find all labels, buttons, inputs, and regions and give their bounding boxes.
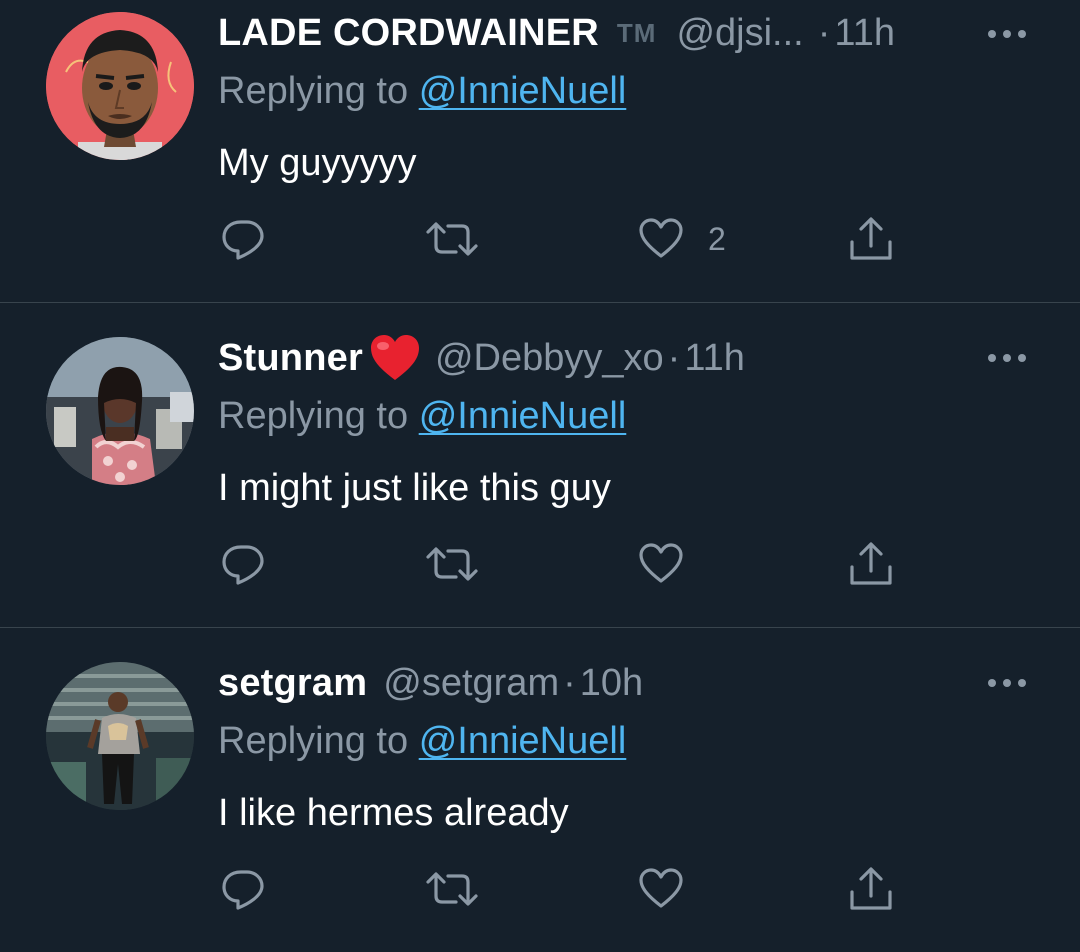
more-options-button[interactable] bbox=[985, 348, 1029, 368]
tweet[interactable]: LADE CORDWAINER TM @djsi... · 11h Replyi… bbox=[0, 0, 1080, 324]
retweet-button[interactable] bbox=[424, 539, 480, 589]
retweet-button[interactable] bbox=[424, 864, 480, 914]
timestamp[interactable]: 11h bbox=[684, 337, 745, 380]
retweet-button[interactable] bbox=[424, 214, 480, 264]
replying-to-label: Replying to bbox=[218, 395, 409, 437]
tweet[interactable]: Stunner @Debbyy_xo · 11h Replying to @In… bbox=[0, 303, 1080, 627]
share-button[interactable] bbox=[848, 214, 894, 264]
separator-dot: · bbox=[563, 661, 576, 704]
avatar[interactable] bbox=[46, 662, 194, 810]
like-button[interactable]: 2 bbox=[638, 214, 726, 264]
retweet-icon bbox=[426, 547, 478, 581]
like-icon bbox=[639, 868, 683, 908]
replying-to-label: Replying to bbox=[218, 70, 409, 112]
tweet-text: I like hermes already bbox=[218, 792, 569, 834]
more-options-button[interactable] bbox=[985, 24, 1029, 44]
tweet-header: Stunner @Debbyy_xo · 11h bbox=[218, 333, 745, 383]
like-button[interactable] bbox=[638, 864, 708, 914]
replying-to-link[interactable]: @InnieNuell bbox=[419, 395, 627, 437]
tweet-header: LADE CORDWAINER TM @djsi... · 11h bbox=[218, 8, 895, 58]
share-button[interactable] bbox=[848, 539, 894, 589]
reply-button[interactable] bbox=[220, 539, 266, 589]
name-suffix: TM bbox=[616, 17, 657, 48]
red-heart-icon bbox=[370, 335, 419, 380]
like-button[interactable] bbox=[638, 539, 708, 589]
tweet[interactable]: setgram @setgram · 10h Replying to @Inni… bbox=[0, 628, 1080, 952]
separator-dot: · bbox=[817, 11, 831, 54]
replying-to-link[interactable]: @InnieNuell bbox=[419, 720, 627, 762]
timestamp[interactable]: 11h bbox=[834, 12, 895, 55]
share-icon bbox=[850, 542, 892, 585]
red-heart-emoji bbox=[369, 334, 421, 382]
timestamp[interactable]: 10h bbox=[580, 662, 643, 705]
tweet-actions bbox=[218, 864, 918, 914]
user-handle[interactable]: @setgram bbox=[383, 662, 559, 705]
share-icon bbox=[850, 217, 892, 260]
cartoon-man-avatar bbox=[46, 12, 194, 160]
retweet-icon bbox=[426, 872, 478, 906]
tweet-header: setgram @setgram · 10h bbox=[218, 658, 643, 708]
more-options-icon bbox=[988, 354, 1026, 362]
replying-to: Replying to @InnieNuell bbox=[218, 395, 626, 438]
user-handle[interactable]: @Debbyy_xo bbox=[435, 337, 664, 380]
tweet-text: I might just like this guy bbox=[218, 467, 611, 509]
replying-to-label: Replying to bbox=[218, 720, 409, 762]
share-icon bbox=[850, 867, 892, 910]
avatar[interactable] bbox=[46, 337, 194, 485]
like-icon bbox=[639, 218, 683, 258]
separator-dot: · bbox=[667, 336, 681, 379]
display-name[interactable]: setgram bbox=[218, 662, 367, 705]
share-button[interactable] bbox=[848, 864, 894, 914]
reply-button[interactable] bbox=[220, 864, 266, 914]
more-options-icon bbox=[988, 30, 1026, 38]
like-count: 2 bbox=[708, 220, 726, 257]
reply-button[interactable] bbox=[220, 214, 266, 264]
tweet-actions bbox=[218, 539, 918, 589]
more-options-button[interactable] bbox=[985, 673, 1029, 693]
tweet-actions: 2 bbox=[218, 214, 918, 264]
display-name[interactable]: Stunner bbox=[218, 337, 363, 380]
reply-icon bbox=[222, 870, 264, 910]
man-photo-avatar bbox=[46, 662, 194, 810]
retweet-icon bbox=[426, 222, 478, 256]
replying-to: Replying to @InnieNuell bbox=[218, 720, 626, 763]
like-icon bbox=[639, 543, 683, 583]
avatar[interactable] bbox=[46, 12, 194, 160]
tweet-text: My guyyyyy bbox=[218, 142, 417, 184]
reply-icon bbox=[222, 545, 264, 585]
more-options-icon bbox=[988, 679, 1026, 687]
user-handle[interactable]: @djsi... bbox=[676, 12, 803, 55]
replying-to: Replying to @InnieNuell bbox=[218, 70, 626, 113]
woman-photo-avatar bbox=[46, 337, 194, 485]
reply-icon bbox=[222, 220, 264, 260]
replying-to-link[interactable]: @InnieNuell bbox=[419, 70, 627, 112]
display-name[interactable]: LADE CORDWAINER bbox=[218, 12, 599, 55]
